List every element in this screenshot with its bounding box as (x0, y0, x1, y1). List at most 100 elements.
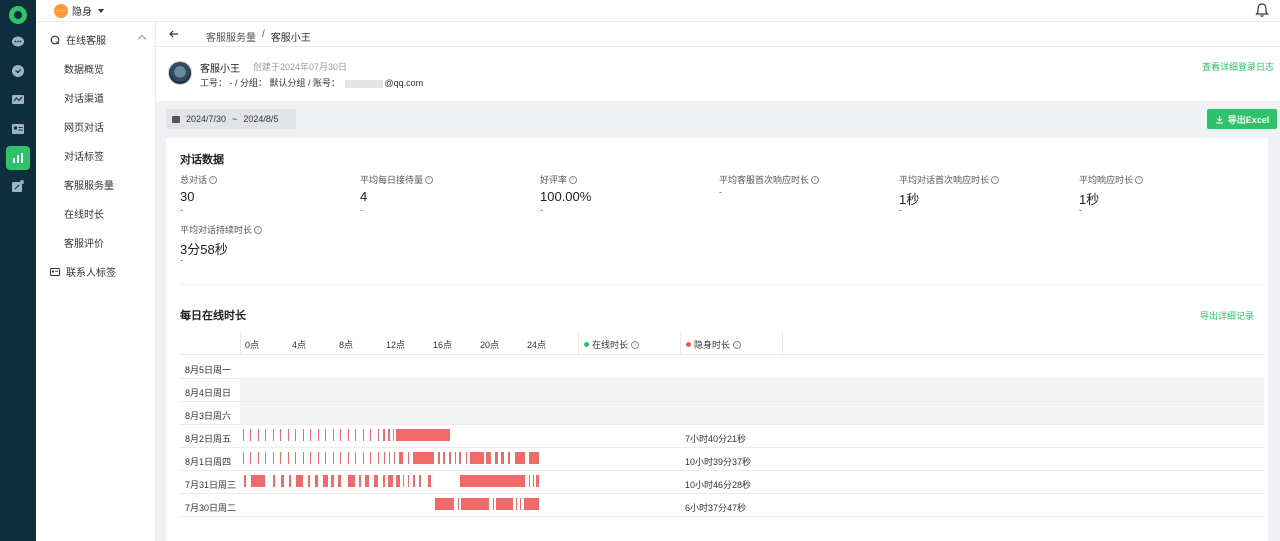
sidebar-item-channels[interactable]: 对话渠道 (64, 90, 104, 105)
stealth-segment[interactable] (528, 475, 530, 487)
logo-icon[interactable] (9, 6, 27, 24)
info-icon[interactable]: i (569, 175, 578, 184)
stealth-segment[interactable] (461, 498, 489, 510)
stealth-segment[interactable] (412, 475, 415, 487)
stealth-segment[interactable] (265, 429, 267, 441)
login-log-link[interactable]: 查看详细登录日志 (1202, 60, 1274, 73)
stealth-segment[interactable] (317, 452, 319, 464)
stealth-segment[interactable] (496, 498, 513, 510)
sidebar-item-web-chat[interactable]: 网页对话 (64, 119, 104, 134)
info-icon[interactable]: i (209, 175, 218, 184)
stealth-segment[interactable] (455, 452, 457, 464)
monitor-icon[interactable] (9, 91, 27, 109)
stealth-segment[interactable] (337, 475, 342, 487)
bar-chart-icon[interactable] (6, 146, 30, 170)
stealth-segment[interactable] (523, 498, 539, 510)
stealth-segment[interactable] (307, 475, 310, 487)
stealth-segment[interactable] (317, 429, 319, 441)
info-icon[interactable]: i (254, 225, 263, 234)
stealth-segment[interactable] (470, 452, 484, 464)
sidebar-group-contacts[interactable]: 联系人标签 (50, 264, 116, 279)
stealth-segment[interactable] (396, 429, 450, 441)
stealth-segment[interactable] (387, 475, 393, 487)
stealth-segment[interactable] (251, 475, 265, 487)
stealth-segment[interactable] (287, 429, 289, 441)
stealth-segment[interactable] (302, 429, 304, 441)
stealth-segment[interactable] (457, 498, 459, 510)
stealth-segment[interactable] (243, 475, 247, 487)
stealth-segment[interactable] (295, 429, 297, 441)
info-icon[interactable]: i (631, 340, 640, 349)
stealth-segment[interactable] (265, 452, 267, 464)
stealth-segment[interactable] (532, 475, 534, 487)
stealth-segment[interactable] (407, 475, 409, 487)
info-icon[interactable]: i (425, 175, 434, 184)
stealth-segment[interactable] (295, 452, 297, 464)
chevron-up-icon[interactable] (137, 34, 147, 44)
stealth-segment[interactable] (373, 475, 378, 487)
stealth-segment[interactable] (365, 475, 369, 487)
stealth-segment[interactable] (486, 452, 492, 464)
stealth-segment[interactable] (257, 452, 259, 464)
info-icon[interactable]: i (811, 175, 820, 184)
stealth-segment[interactable] (281, 475, 284, 487)
stealth-segment[interactable] (280, 429, 282, 441)
bell-icon[interactable] (1254, 2, 1270, 18)
stealth-segment[interactable] (435, 498, 454, 510)
stealth-segment[interactable] (495, 452, 498, 464)
stealth-segment[interactable] (257, 429, 259, 441)
stealth-segment[interactable] (382, 429, 385, 441)
stealth-segment[interactable] (515, 452, 525, 464)
stealth-segment[interactable] (427, 475, 432, 487)
stealth-segment[interactable] (347, 475, 355, 487)
stealth-segment[interactable] (458, 452, 462, 464)
sidebar-group-online[interactable]: 在线客服 (50, 32, 106, 47)
stealth-segment[interactable] (492, 498, 494, 510)
sidebar-item-overview[interactable]: 数据概览 (64, 61, 104, 76)
stealth-segment[interactable] (392, 429, 394, 441)
stealth-segment[interactable] (377, 429, 379, 441)
breadcrumb-parent[interactable]: 客服服务量 (206, 29, 256, 44)
sidebar-item-service-volume[interactable]: 客服服务量 (64, 177, 114, 192)
stealth-segment[interactable] (358, 475, 362, 487)
stealth-segment[interactable] (288, 475, 292, 487)
stealth-segment[interactable] (460, 475, 525, 487)
stealth-segment[interactable] (442, 452, 445, 464)
export-excel-button[interactable]: 导出Excel (1207, 109, 1277, 129)
stealth-segment[interactable] (310, 452, 312, 464)
info-icon[interactable]: i (991, 175, 1000, 184)
sidebar-item-chat-tags[interactable]: 对话标签 (64, 148, 104, 163)
back-arrow-icon[interactable] (168, 28, 180, 40)
stealth-segment[interactable] (310, 429, 312, 441)
stealth-segment[interactable] (280, 452, 282, 464)
stealth-segment[interactable] (407, 452, 409, 464)
stealth-segment[interactable] (362, 429, 364, 441)
stealth-segment[interactable] (302, 452, 304, 464)
stealth-segment[interactable] (362, 452, 364, 464)
stealth-segment[interactable] (315, 475, 318, 487)
stealth-segment[interactable] (355, 429, 357, 441)
stealth-segment[interactable] (501, 452, 504, 464)
status-switcher[interactable]: ··· 隐身 (54, 3, 104, 18)
stealth-segment[interactable] (332, 429, 334, 441)
stealth-segment[interactable] (507, 452, 510, 464)
stealth-segment[interactable] (383, 452, 385, 464)
stealth-segment[interactable] (325, 452, 327, 464)
stealth-segment[interactable] (347, 452, 349, 464)
stealth-segment[interactable] (393, 452, 395, 464)
stealth-segment[interactable] (466, 452, 468, 464)
stealth-segment[interactable] (370, 429, 372, 441)
stealth-segment[interactable] (296, 475, 303, 487)
stealth-segment[interactable] (437, 452, 440, 464)
stealth-segment[interactable] (287, 452, 289, 464)
stealth-segment[interactable] (242, 452, 245, 464)
stealth-segment[interactable] (377, 452, 379, 464)
stealth-segment[interactable] (272, 429, 274, 441)
stealth-segment[interactable] (520, 498, 522, 510)
stealth-segment[interactable] (516, 498, 518, 510)
sidebar-item-ratings[interactable]: 客服评价 (64, 235, 104, 250)
stealth-segment[interactable] (340, 429, 342, 441)
info-icon[interactable]: i (1135, 175, 1144, 184)
stealth-segment[interactable] (325, 429, 327, 441)
stealth-segment[interactable] (322, 475, 328, 487)
